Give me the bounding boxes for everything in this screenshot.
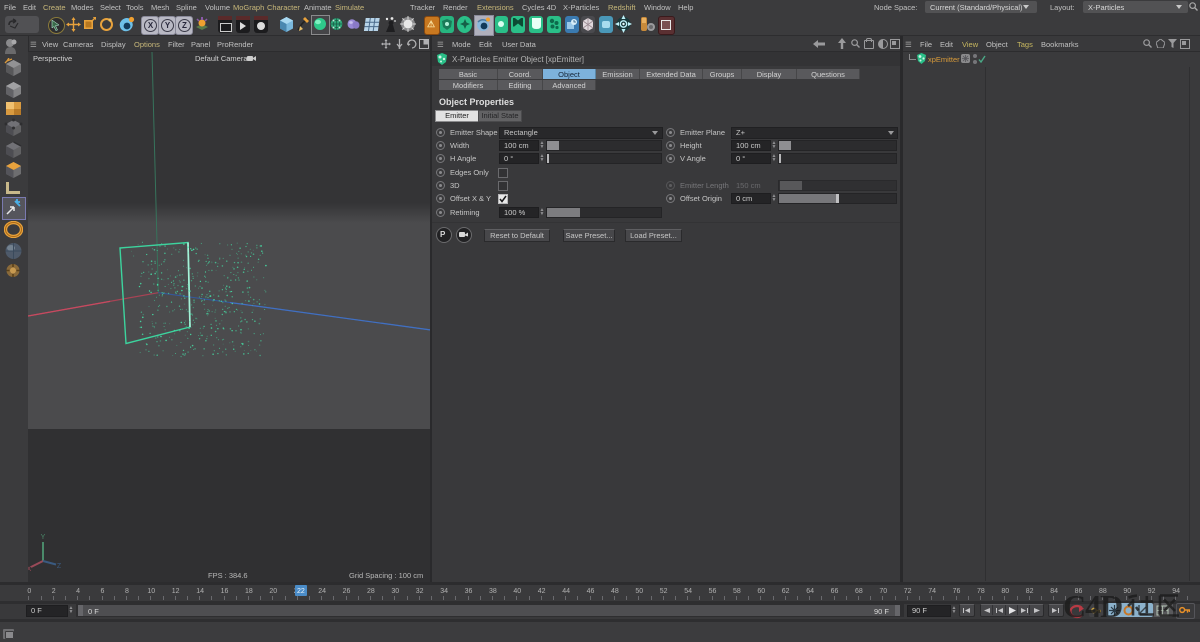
svg-text:Z: Z (57, 563, 62, 570)
svg-text:Y: Y (41, 534, 46, 541)
svg-text:X: X (28, 566, 32, 573)
